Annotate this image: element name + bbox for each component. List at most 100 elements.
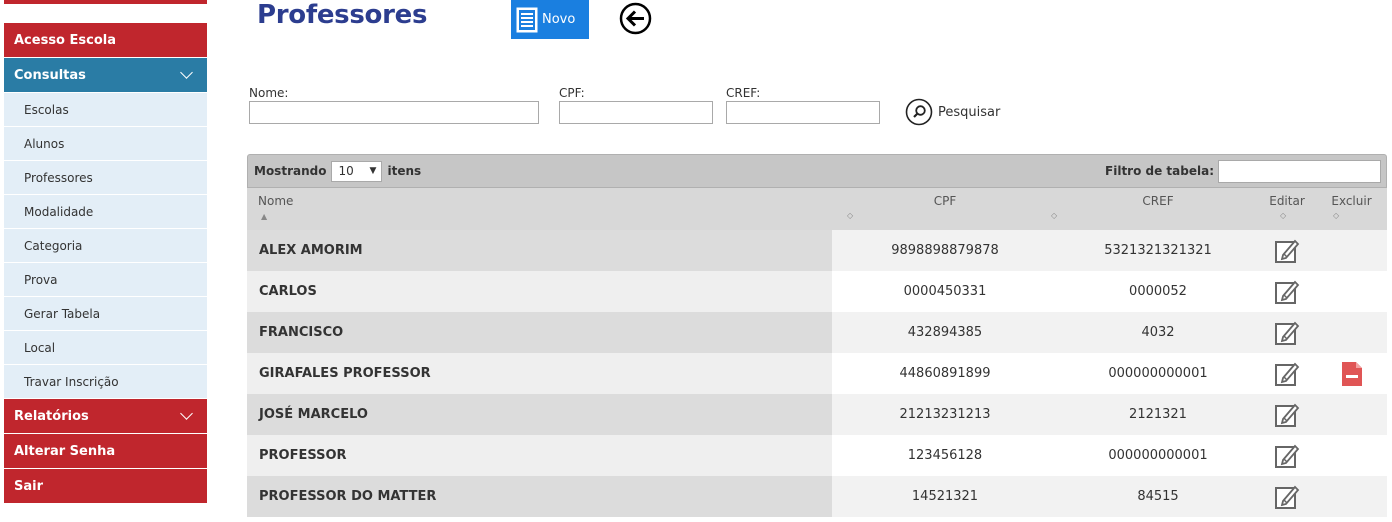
cell-cpf: 123456128	[907, 448, 983, 463]
page-title: Professores	[257, 0, 428, 30]
sidebar-top-strip	[4, 0, 207, 4]
column-header-label: Excluir	[1331, 194, 1372, 208]
sidebar-subitem-label: Professores	[24, 170, 93, 185]
cref-label: CREF:	[726, 86, 761, 100]
cell-cref: 4032	[1141, 325, 1175, 340]
back-arrow-icon[interactable]	[619, 2, 652, 35]
edit-icon[interactable]	[1274, 238, 1300, 264]
edit-icon[interactable]	[1274, 484, 1300, 510]
cell-excluir	[1316, 394, 1387, 435]
cpf-label: CPF:	[559, 86, 585, 100]
column-header-label: CPF	[933, 194, 957, 208]
cell-cref: 2121321	[1129, 407, 1187, 422]
cell-excluir	[1316, 476, 1387, 517]
cell-excluir	[1316, 271, 1387, 312]
cell-cref: 5321321321321	[1104, 243, 1212, 258]
edit-icon[interactable]	[1274, 402, 1300, 428]
sidebar-item-consultas[interactable]: Consultas	[4, 58, 207, 92]
novo-button[interactable]: Novo	[511, 0, 589, 39]
sidebar-subitem-escolas[interactable]: Escolas	[4, 93, 207, 126]
items-label: itens	[387, 164, 422, 178]
cell-excluir	[1316, 353, 1387, 394]
table-row: PROFESSOR DO MATTER 14521321 84515	[247, 476, 1387, 517]
sidebar-subitem-alunos[interactable]: Alunos	[4, 127, 207, 160]
sidebar-subitem-prova[interactable]: Prova	[4, 263, 207, 296]
professores-table: Mostrando 10 ▼ itens Filtro de tabela: N…	[247, 154, 1387, 522]
table-filter-label: Filtro de tabela:	[1105, 164, 1214, 178]
sidebar-subitem-professores[interactable]: Professores	[4, 161, 207, 194]
column-header-label: CREF	[1142, 194, 1174, 208]
table-row: JOSÉ MARCELO 21213231213 2121321	[247, 394, 1387, 435]
cell-editar	[1258, 230, 1316, 271]
column-header-cref[interactable]: CREF ◇	[1051, 188, 1258, 230]
edit-icon[interactable]	[1274, 320, 1300, 346]
cell-cpf: 21213231213	[899, 407, 991, 422]
sidebar-subitem-label: Alunos	[24, 136, 65, 151]
cell-nome: GIRAFALES PROFESSOR	[247, 353, 832, 394]
cell-editar	[1258, 353, 1316, 394]
cell-cref: 84515	[1137, 489, 1179, 504]
table-filter-input[interactable]	[1218, 159, 1381, 183]
sidebar-subitem-label: Categoria	[24, 238, 83, 253]
search-button-label: Pesquisar	[938, 104, 1001, 120]
column-header-editar[interactable]: Editar ◇	[1258, 188, 1316, 230]
cell-editar	[1258, 476, 1316, 517]
document-icon	[516, 7, 538, 32]
sidebar-subitem-gerar-tabela[interactable]: Gerar Tabela	[4, 297, 207, 330]
cell-excluir	[1316, 435, 1387, 476]
table-row: CARLOS 0000450331 0000052	[247, 271, 1387, 312]
table-body: ALEX AMORIM 9898898879878 5321321321321 CAR…	[247, 230, 1387, 517]
sort-asc-icon: ▲	[261, 212, 268, 221]
dropdown-arrow-icon: ▼	[369, 166, 377, 176]
sidebar-subitem-local[interactable]: Local	[4, 331, 207, 364]
edit-icon[interactable]	[1274, 443, 1300, 469]
cell-nome: FRANCISCO	[247, 312, 832, 353]
sidebar-item-label: Consultas	[14, 67, 86, 83]
chevron-down-icon	[180, 407, 193, 420]
sidebar-subitem-label: Local	[24, 340, 56, 355]
cell-excluir	[1316, 230, 1387, 271]
sidebar-item-sair[interactable]: Sair	[4, 469, 207, 503]
cell-editar	[1258, 394, 1316, 435]
sidebar-subitem-label: Prova	[24, 272, 58, 287]
cell-nome: CARLOS	[247, 271, 832, 312]
delete-icon[interactable]	[1340, 360, 1364, 388]
edit-icon[interactable]	[1274, 361, 1300, 387]
column-header-nome[interactable]: Nome ▲	[247, 188, 832, 230]
column-header-cpf[interactable]: CPF ◇	[832, 188, 1058, 230]
sidebar-item-label: Acesso Escola	[14, 32, 117, 48]
cell-nome: PROFESSOR DO MATTER	[247, 476, 832, 517]
sidebar-subitem-modalidade[interactable]: Modalidade	[4, 195, 207, 228]
table-toolbar: Mostrando 10 ▼ itens Filtro de tabela:	[247, 154, 1387, 188]
cell-cref: 0000052	[1129, 284, 1187, 299]
cell-cpf: 44860891899	[899, 366, 991, 381]
sidebar-subitem-travar-inscricao[interactable]: Travar Inscrição	[4, 365, 207, 398]
sort-both-icon: ◇	[1280, 211, 1287, 220]
cell-cpf: 0000450331	[903, 284, 987, 299]
novo-button-label: Novo	[542, 12, 576, 27]
page-size-select[interactable]: 10 ▼	[331, 160, 383, 182]
sidebar-item-relatorios[interactable]: Relatórios	[4, 399, 207, 433]
cell-cref: 000000000001	[1108, 448, 1208, 463]
sidebar-item-acesso-escola[interactable]: Acesso Escola	[4, 23, 207, 57]
search-icon	[905, 98, 933, 126]
sidebar-item-alterar-senha[interactable]: Alterar Senha	[4, 434, 207, 468]
column-header-excluir[interactable]: Excluir ◇	[1316, 188, 1387, 230]
cell-nome: ALEX AMORIM	[247, 230, 832, 271]
cell-excluir	[1316, 312, 1387, 353]
table-header: Nome ▲ CPF ◇ CREF ◇ Editar ◇ Excluir ◇	[247, 188, 1387, 230]
cpf-input[interactable]	[559, 101, 713, 124]
cref-input[interactable]	[726, 101, 880, 124]
table-row: PROFESSOR 123456128 000000000001	[247, 435, 1387, 476]
sidebar-subitem-categoria[interactable]: Categoria	[4, 229, 207, 262]
nome-input[interactable]	[249, 101, 539, 124]
search-button[interactable]: Pesquisar	[905, 98, 1000, 126]
table-row: FRANCISCO 432894385 4032	[247, 312, 1387, 353]
cell-cpf: 9898898879878	[891, 243, 999, 258]
chevron-down-icon	[180, 66, 193, 79]
sidebar-item-label: Relatórios	[14, 408, 89, 424]
cell-nome: PROFESSOR	[247, 435, 832, 476]
table-row: GIRAFALES PROFESSOR 44860891899 0000000000…	[247, 353, 1387, 394]
table-row: ALEX AMORIM 9898898879878 5321321321321	[247, 230, 1387, 271]
edit-icon[interactable]	[1274, 279, 1300, 305]
